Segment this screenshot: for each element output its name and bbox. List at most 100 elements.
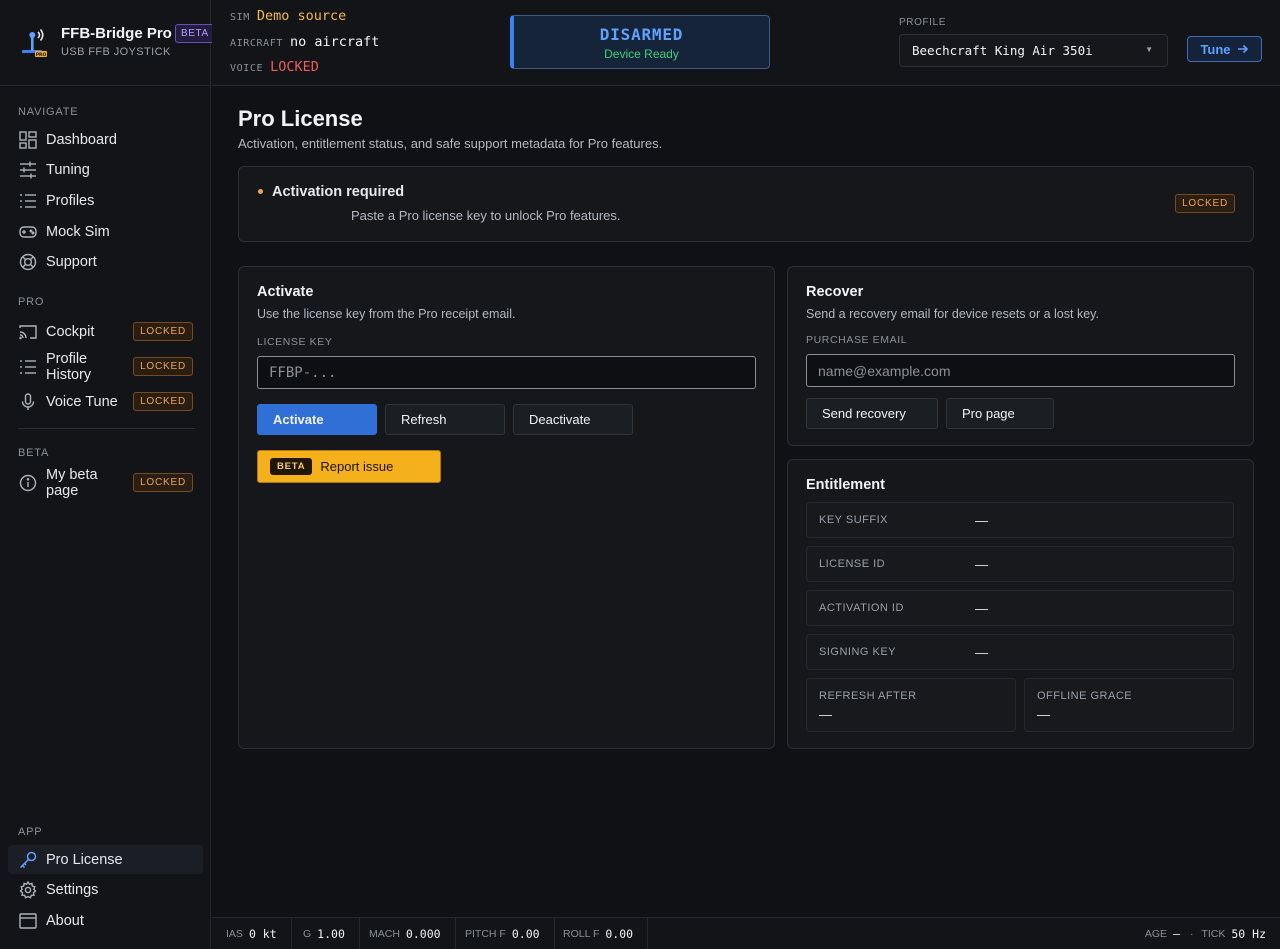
cast-icon <box>18 322 38 342</box>
entitlement-value: — <box>1037 707 1050 722</box>
sidebar-item-profiles[interactable]: Profiles <box>8 186 203 215</box>
sidebar-item-pro-license[interactable]: Pro License <box>8 845 203 874</box>
entitlement-title: Entitlement <box>806 477 885 493</box>
arm-status: DISARMED Device Ready <box>510 15 770 69</box>
section-beta: BETA <box>18 447 50 459</box>
sidebar-item-tuning[interactable]: Tuning <box>8 155 203 184</box>
entitlement-value: — <box>819 707 832 722</box>
svg-text:PRO: PRO <box>36 52 47 58</box>
sidebar-item-cockpit[interactable]: Cockpit LOCKED <box>8 317 203 346</box>
tick-key: TICK <box>1201 927 1226 940</box>
sidebar-item-label: Tuning <box>46 161 90 178</box>
voice-readout: VOICE LOCKED <box>230 59 319 75</box>
activate-title: Activate <box>257 284 314 300</box>
refresh-after-box: REFRESH AFTER — <box>806 678 1016 732</box>
license-key-label: LICENSE KEY <box>257 336 333 348</box>
entitlement-key: SIGNING KEY <box>819 646 897 658</box>
lifebuoy-icon <box>18 252 38 272</box>
profile-label: PROFILE <box>899 17 946 28</box>
voice-key: VOICE <box>230 63 264 74</box>
locked-badge: LOCKED <box>133 322 193 341</box>
purchase-email-input[interactable] <box>806 354 1235 387</box>
entitlement-panel: Entitlement KEY SUFFIX — LICENSE ID — AC… <box>787 459 1254 749</box>
sim-value: Demo source <box>256 8 347 24</box>
send-recovery-button[interactable]: Send recovery <box>806 398 938 429</box>
age-key: AGE <box>1144 927 1168 940</box>
entitlement-value: — <box>975 556 988 572</box>
sidebar-item-voice-tune[interactable]: Voice Tune LOCKED <box>8 387 203 416</box>
arm-status-text: DISARMED <box>599 25 684 44</box>
sidebar-item-about[interactable]: About <box>8 906 203 935</box>
section-app: APP <box>18 826 43 838</box>
tune-button[interactable]: Tune <box>1187 36 1262 62</box>
sidebar-item-label: Profiles <box>46 192 95 209</box>
sidebar-item-label: My beta page <box>46 466 98 499</box>
profile-select-value: Beechcraft King Air 350i <box>912 43 1093 58</box>
telemetry-footer: IAS 0 kt G 1.00 MACH 0.000 PITCH F 0.00 … <box>212 917 1280 949</box>
entitlement-value: — <box>975 600 988 616</box>
dashboard-icon <box>18 130 38 150</box>
sidebar-item-settings[interactable]: Settings <box>8 875 203 904</box>
pitch-value: 0.00 <box>511 926 540 941</box>
pro-page-button[interactable]: Pro page <box>946 398 1054 429</box>
recover-panel: Recover Send a recovery email for device… <box>787 266 1254 446</box>
sidebar-item-mock-sim[interactable]: Mock Sim <box>8 217 203 246</box>
roll-key: ROLL F <box>563 927 600 940</box>
locked-badge: LOCKED <box>133 473 193 492</box>
ias-readout: IAS 0 kt <box>212 918 292 949</box>
sidebar-item-label: Dashboard <box>46 131 117 148</box>
activate-panel: Activate Use the license key from the Pr… <box>238 266 775 749</box>
entitlement-row: LICENSE ID — <box>806 546 1234 582</box>
section-pro: PRO <box>18 296 45 308</box>
entitlement-value: — <box>975 644 988 660</box>
sidebar-item-label: Pro License <box>46 851 123 868</box>
aircraft-readout: AIRCRAFT no aircraft <box>230 34 379 50</box>
entitlement-key: LICENSE ID <box>819 558 886 570</box>
mach-readout: MACH 0.000 <box>355 918 456 949</box>
sidebar-item-label: About <box>46 912 84 929</box>
chevron-down-icon: ▼ <box>1145 45 1153 54</box>
tick-value: 50 Hz <box>1231 926 1266 941</box>
g-readout: G 1.00 <box>289 918 360 949</box>
sidebar-divider <box>18 428 195 429</box>
report-issue-button[interactable]: BETA Report issue <box>257 450 441 483</box>
brand: PRO FFB-Bridge Pro BETA USB FFB JOYSTICK <box>0 0 215 86</box>
brand-subtitle: USB FFB JOYSTICK <box>61 46 171 58</box>
sidebar-item-my-beta-page[interactable]: My beta page LOCKED <box>8 466 203 499</box>
gear-icon <box>18 880 38 900</box>
offline-grace-box: OFFLINE GRACE — <box>1024 678 1234 732</box>
report-issue-label: Report issue <box>320 459 394 474</box>
key-icon <box>18 850 38 870</box>
entitlement-key: REFRESH AFTER <box>819 690 917 702</box>
pitch-key: PITCH F <box>465 927 506 940</box>
ias-key: IAS <box>226 927 243 940</box>
sidebar-item-dashboard[interactable]: Dashboard <box>8 125 203 154</box>
roll-value: 0.00 <box>605 926 634 941</box>
section-navigate: NAVIGATE <box>18 106 79 118</box>
entitlement-row: SIGNING KEY — <box>806 634 1234 670</box>
beta-chip: BETA <box>270 458 313 475</box>
entitlement-row: KEY SUFFIX — <box>806 502 1234 538</box>
list-icon <box>18 191 38 211</box>
sidebar-item-label: Cockpit <box>46 323 95 340</box>
topbar: SIM Demo source AIRCRAFT no aircraft VOI… <box>212 0 1280 86</box>
sidebar-item-support[interactable]: Support <box>8 247 203 276</box>
activate-subtitle: Use the license key from the Pro receipt… <box>257 307 516 321</box>
sim-readout: SIM Demo source <box>230 8 346 24</box>
sidebar-item-profile-history[interactable]: Profile History LOCKED <box>8 351 203 383</box>
purchase-email-label: PURCHASE EMAIL <box>806 334 908 346</box>
arrow-right-icon <box>1237 44 1248 54</box>
age-tick-readout: AGE — · TICK 50 Hz <box>1145 918 1266 949</box>
mach-value: 0.000 <box>405 926 441 941</box>
sidebar-item-label: Support <box>46 253 97 270</box>
deactivate-button[interactable]: Deactivate <box>513 404 633 435</box>
license-key-input[interactable] <box>257 356 756 389</box>
refresh-button[interactable]: Refresh <box>385 404 505 435</box>
warning-dot-icon <box>258 189 263 194</box>
page-title: Pro License <box>238 106 363 131</box>
mach-key: MACH <box>369 927 400 940</box>
age-value: — <box>1173 926 1180 941</box>
entitlement-key: OFFLINE GRACE <box>1037 690 1133 702</box>
profile-select[interactable]: Beechcraft King Air 350i ▼ <box>899 34 1168 67</box>
activate-button[interactable]: Activate <box>257 404 377 435</box>
